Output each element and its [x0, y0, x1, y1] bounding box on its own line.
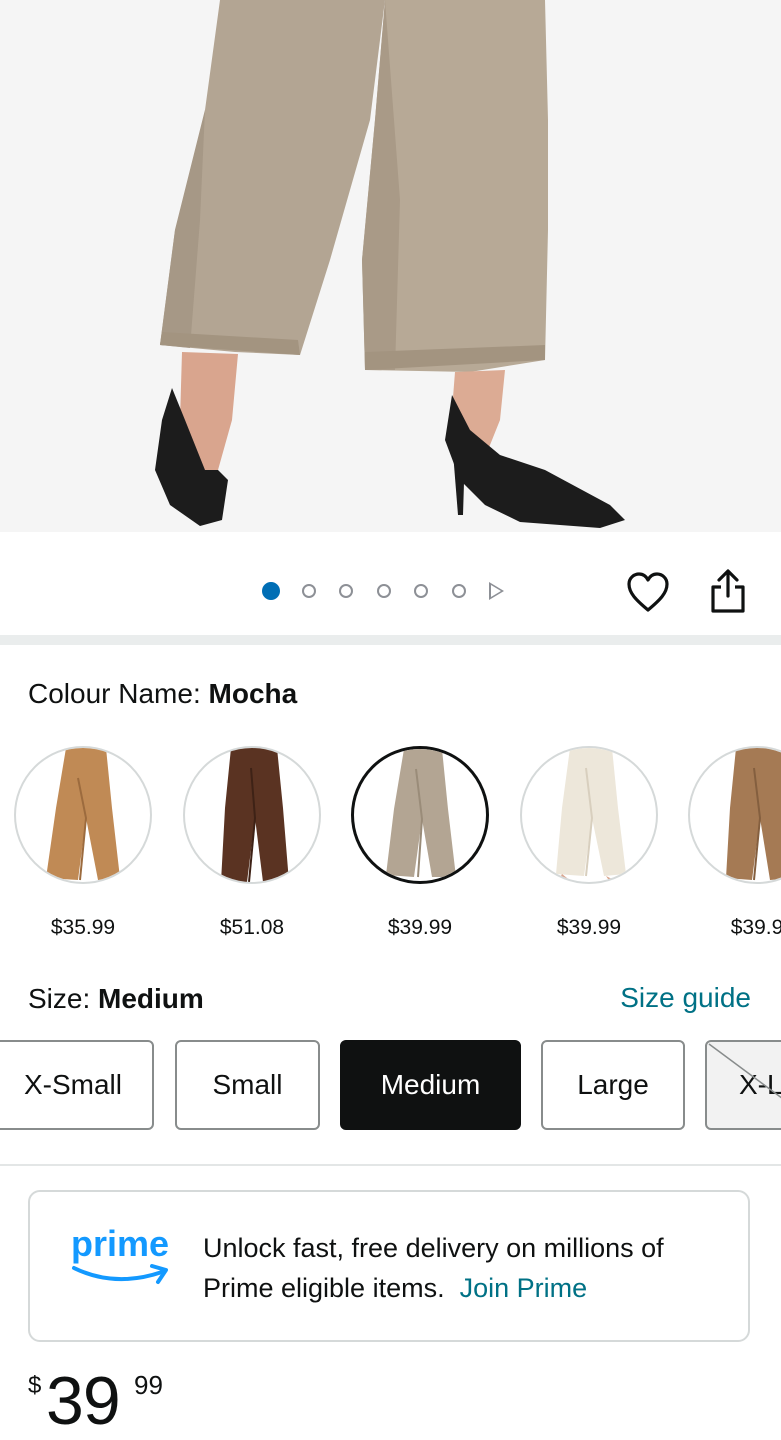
carousel-dot[interactable]	[339, 584, 353, 598]
size-value: Medium	[98, 983, 204, 1014]
prime-banner[interactable]: prime Unlock fast, free delivery on mill…	[28, 1190, 750, 1342]
swatch-price: $39.9	[730, 916, 781, 939]
join-prime-link[interactable]: Join Prime	[460, 1273, 588, 1303]
swatch-image[interactable]	[351, 746, 489, 884]
play-video-icon[interactable]	[489, 582, 504, 600]
colour-swatch-camel[interactable]: $35.99	[14, 746, 152, 940]
carousel-dot[interactable]	[376, 584, 391, 598]
heart-icon[interactable]	[626, 572, 670, 614]
price-currency: $	[28, 1372, 42, 1399]
prime-message-text: Unlock fast, free delivery on millions o…	[203, 1233, 664, 1303]
section-divider	[0, 635, 781, 645]
swatch-image[interactable]	[14, 746, 152, 884]
colour-swatches: $35.99 $51.08 $39.99 $39.99 $39.9	[0, 746, 781, 946]
size-option-small[interactable]: Small	[175, 1040, 320, 1130]
carousel-dot[interactable]	[301, 584, 316, 598]
size-options: X-Small Small Medium Large X-L	[0, 1040, 781, 1134]
colour-value: Mocha	[208, 678, 298, 709]
colour-swatch-mocha[interactable]: $39.99	[351, 746, 489, 940]
swatch-image[interactable]	[688, 746, 781, 884]
carousel-dot[interactable]	[414, 584, 428, 598]
product-image[interactable]	[0, 0, 781, 532]
prime-logo-text: prime	[71, 1223, 169, 1264]
prime-logo: prime	[71, 1223, 169, 1284]
swatch-price: $39.99	[556, 916, 622, 939]
size-option-large[interactable]: Large	[541, 1040, 685, 1130]
share-icon[interactable]	[708, 568, 748, 614]
carousel-dot-active[interactable]	[262, 582, 280, 600]
colour-label-text: Colour Name:	[28, 678, 201, 709]
colour-swatch-khaki[interactable]: $39.9	[688, 746, 781, 940]
unavailable-strike	[708, 1043, 781, 1099]
colour-swatch-beige[interactable]: $39.99	[520, 746, 658, 940]
size-option-medium[interactable]: Medium	[340, 1040, 521, 1130]
colour-name-label: Colour Name: Mocha	[28, 678, 297, 710]
colour-swatch-brown[interactable]: $51.08	[183, 746, 321, 940]
image-carousel-controls	[0, 532, 781, 635]
swatch-price: $51.08	[219, 916, 285, 939]
price-whole: 39	[46, 1363, 121, 1439]
carousel-dot[interactable]	[451, 584, 466, 598]
swatch-image[interactable]	[183, 746, 321, 884]
size-option-x-small[interactable]: X-Small	[0, 1040, 154, 1130]
carousel-dots[interactable]	[262, 582, 504, 600]
prime-message: Unlock fast, free delivery on millions o…	[203, 1228, 723, 1308]
section-divider	[0, 1164, 781, 1166]
swatch-price: $35.99	[50, 916, 116, 939]
price-fraction: 99	[134, 1370, 163, 1400]
size-guide-link[interactable]: Size guide	[620, 982, 751, 1014]
size-label: Size: Medium	[28, 983, 204, 1015]
size-option-x-large-unavailable[interactable]: X-L	[705, 1040, 781, 1130]
swatch-image[interactable]	[520, 746, 658, 884]
size-label-text: Size:	[28, 983, 91, 1014]
swatch-price: $39.99	[387, 916, 453, 939]
